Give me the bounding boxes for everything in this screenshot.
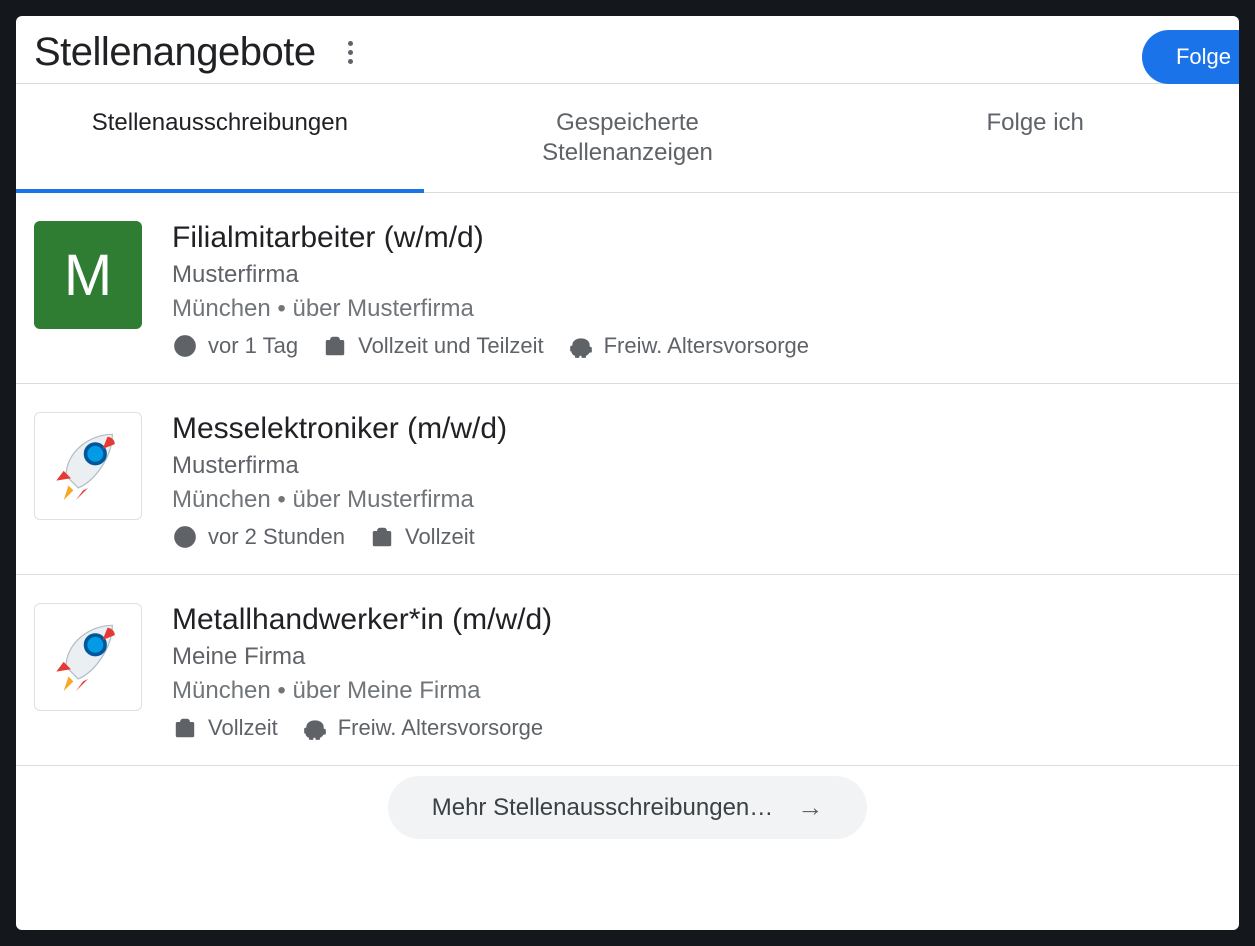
tag-text: Vollzeit und Teilzeit xyxy=(358,333,544,359)
tabs: Stellenausschreibungen Gespeicherte Stel… xyxy=(16,84,1239,193)
tab-following[interactable]: Folge ich xyxy=(831,84,1239,192)
rocket-icon xyxy=(49,427,127,505)
employment-type-tag: Vollzeit xyxy=(172,715,278,741)
tab-label: Stellenausschreibungen xyxy=(92,109,348,136)
job-body: Filialmitarbeiter (w/m/d) Musterfirma Mü… xyxy=(172,221,1221,359)
job-tags: Vollzeit Freiw. Altersvorsorge xyxy=(172,715,1221,741)
employment-type-tag: Vollzeit und Teilzeit xyxy=(322,333,544,359)
job-location: München • über Musterfirma xyxy=(172,295,1221,323)
tag-text: Freiw. Altersvorsorge xyxy=(338,715,543,741)
follow-button-label: Folge xyxy=(1176,44,1231,69)
tab-saved-jobs[interactable]: Gespeicherte Stellenanzeigen xyxy=(424,84,832,192)
job-item[interactable]: Metallhandwerker*in (m/w/d) Meine Firma … xyxy=(16,575,1239,766)
arrow-right-icon: → xyxy=(797,792,823,823)
job-title: Filialmitarbeiter (w/m/d) xyxy=(172,221,1221,255)
job-title: Metallhandwerker*in (m/w/d) xyxy=(172,603,1221,637)
more-row: Mehr Stellenausschreibungen… → xyxy=(16,766,1239,839)
job-tags: vor 1 Tag Vollzeit und Teilzeit Freiw. A… xyxy=(172,333,1221,359)
job-company: Musterfirma xyxy=(172,452,1221,480)
job-location: München • über Musterfirma xyxy=(172,486,1221,514)
job-tags: vor 2 Stunden Vollzeit xyxy=(172,524,1221,550)
briefcase-icon xyxy=(322,333,348,359)
company-logo xyxy=(34,412,142,520)
job-body: Metallhandwerker*in (m/w/d) Meine Firma … xyxy=(172,603,1221,741)
job-list: M Filialmitarbeiter (w/m/d) Musterfirma … xyxy=(16,193,1239,766)
job-item[interactable]: M Filialmitarbeiter (w/m/d) Musterfirma … xyxy=(16,193,1239,384)
job-body: Messelektroniker (m/w/d) Musterfirma Mün… xyxy=(172,412,1221,550)
piggy-bank-icon xyxy=(568,333,594,359)
tag-text: vor 1 Tag xyxy=(208,333,298,359)
panel-header: Stellenangebote Folge xyxy=(16,16,1239,83)
job-company: Meine Firma xyxy=(172,643,1221,671)
benefit-tag: Freiw. Altersvorsorge xyxy=(568,333,809,359)
tag-text: Freiw. Altersvorsorge xyxy=(604,333,809,359)
logo-letter: M xyxy=(64,242,112,309)
more-menu-button[interactable] xyxy=(338,31,363,74)
tag-text: Vollzeit xyxy=(405,524,475,550)
dots-vertical-icon xyxy=(348,41,353,46)
page-title: Stellenangebote xyxy=(34,30,316,75)
company-logo xyxy=(34,603,142,711)
job-panel: Stellenangebote Folge Stellenausschreibu… xyxy=(16,16,1239,930)
company-logo: M xyxy=(34,221,142,329)
follow-button[interactable]: Folge xyxy=(1142,30,1239,84)
posted-time-tag: vor 2 Stunden xyxy=(172,524,345,550)
more-jobs-button[interactable]: Mehr Stellenausschreibungen… → xyxy=(388,776,868,839)
clock-icon xyxy=(172,524,198,550)
job-location: München • über Meine Firma xyxy=(172,677,1221,705)
tab-label: Gespeicherte Stellenanzeigen xyxy=(542,109,713,166)
tab-label: Folge ich xyxy=(986,109,1083,136)
rocket-icon xyxy=(49,618,127,696)
tag-text: vor 2 Stunden xyxy=(208,524,345,550)
employment-type-tag: Vollzeit xyxy=(369,524,475,550)
briefcase-icon xyxy=(172,715,198,741)
benefit-tag: Freiw. Altersvorsorge xyxy=(302,715,543,741)
briefcase-icon xyxy=(369,524,395,550)
job-title: Messelektroniker (m/w/d) xyxy=(172,412,1221,446)
tag-text: Vollzeit xyxy=(208,715,278,741)
job-company: Musterfirma xyxy=(172,261,1221,289)
piggy-bank-icon xyxy=(302,715,328,741)
clock-icon xyxy=(172,333,198,359)
job-item[interactable]: Messelektroniker (m/w/d) Musterfirma Mün… xyxy=(16,384,1239,575)
tab-job-postings[interactable]: Stellenausschreibungen xyxy=(16,84,424,192)
more-jobs-label: Mehr Stellenausschreibungen… xyxy=(432,794,774,822)
posted-time-tag: vor 1 Tag xyxy=(172,333,298,359)
